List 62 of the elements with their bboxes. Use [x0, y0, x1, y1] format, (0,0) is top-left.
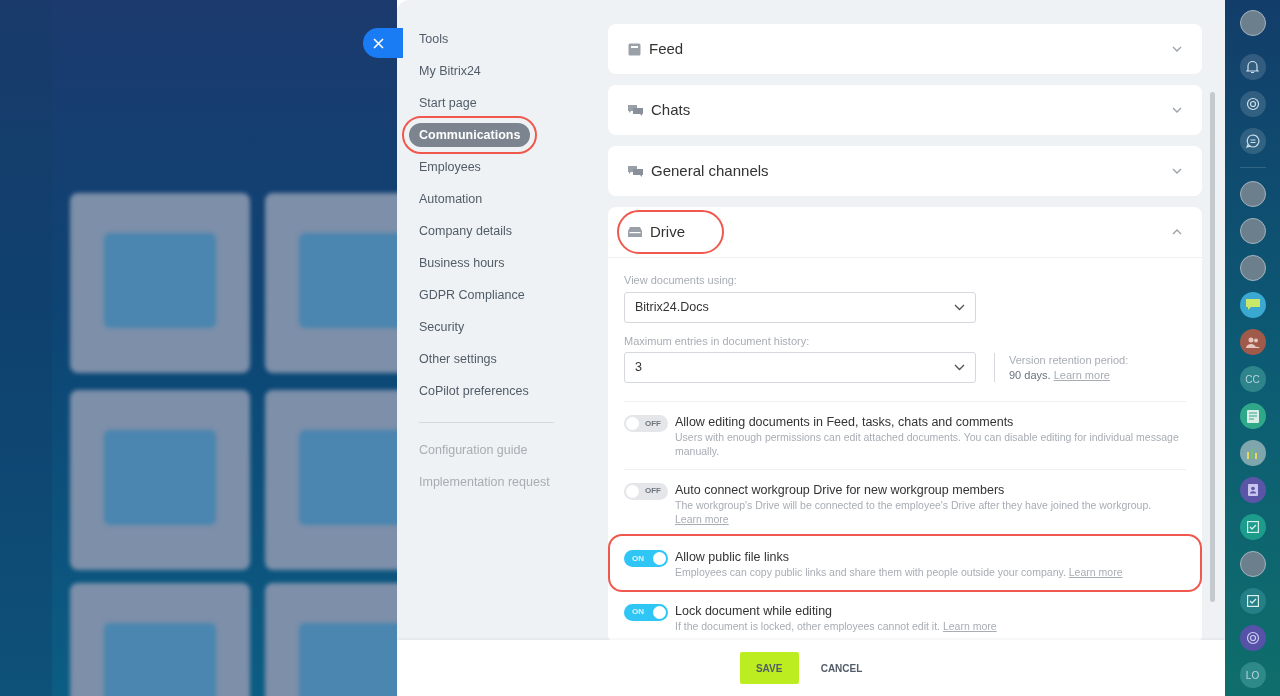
- drive-icon: [628, 227, 642, 237]
- setting-title: Auto connect workgroup Drive for new workgroup members: [675, 481, 1006, 498]
- section-title: Drive: [650, 221, 685, 242]
- setting-description: The workgroup's Drive will be connected to the employee's Drive after they have joined the workgroup.: [675, 498, 1152, 511]
- chevron-icon: [954, 364, 965, 371]
- setting-title: Lock document while editing: [675, 602, 834, 619]
- cancel-button[interactable]: CANCEL: [810, 652, 873, 684]
- retention-label: Version retention period:: [1009, 353, 1129, 368]
- checklist-icon[interactable]: [1239, 588, 1266, 614]
- section-title: Feed: [649, 38, 684, 59]
- toggle-switch[interactable]: OFF: [624, 415, 668, 432]
- user-avatar[interactable]: [1239, 218, 1266, 244]
- retention-value: 90 days.: [1009, 368, 1051, 381]
- checklist-icon[interactable]: [1239, 514, 1266, 540]
- nav-item[interactable]: Automation: [409, 187, 493, 211]
- chat-arrows-icon[interactable]: [1239, 128, 1266, 154]
- dropdown-field[interactable]: Bitrix24.Docs: [624, 291, 976, 323]
- chevron-icon[interactable]: [1172, 107, 1182, 113]
- chevron-icon[interactable]: [1172, 168, 1182, 174]
- setting-title: Allow public file links: [675, 549, 790, 566]
- chat-bubbles-icon: [628, 164, 643, 178]
- setting-description: If the document is locked, other employees cannot edit it.: [675, 619, 940, 632]
- nav-item[interactable]: CoPilot preferences: [409, 379, 539, 403]
- section-title: Chats: [651, 99, 691, 120]
- section-title: General channels: [651, 160, 769, 181]
- setting-description: Users with enough permissions can edit attached documents. You can disable editing for individual message manually.: [675, 431, 1179, 458]
- group-icon[interactable]: [1239, 329, 1266, 355]
- nav-item[interactable]: Employees: [409, 155, 491, 179]
- nav-item[interactable]: Tools: [409, 27, 459, 51]
- nav-item[interactable]: GDPR Compliance: [409, 283, 535, 307]
- spiral-icon[interactable]: [1239, 625, 1266, 651]
- user-avatar[interactable]: [1239, 181, 1266, 207]
- chat-bubbles-icon: [628, 103, 643, 117]
- nav-item[interactable]: My Bitrix24: [409, 59, 491, 83]
- nav-item[interactable]: Security: [409, 315, 475, 339]
- document-icon[interactable]: [1239, 403, 1266, 429]
- user-avatar[interactable]: [1239, 255, 1266, 281]
- nav-item[interactable]: Start page: [409, 91, 487, 115]
- close-icon: [373, 37, 384, 49]
- group-photo[interactable]: [1239, 551, 1266, 577]
- nav-item[interactable]: Other settings: [409, 347, 507, 371]
- close-button[interactable]: [363, 28, 403, 58]
- nav-item[interactable]: Business hours: [409, 251, 515, 275]
- setting-description: Employees can copy public links and share them with people outside your company.: [675, 566, 1066, 579]
- contact-card-icon[interactable]: [1239, 477, 1266, 503]
- newspaper-icon: [628, 42, 641, 56]
- nav-item[interactable]: Company details: [409, 219, 523, 243]
- scrollbar[interactable]: [1210, 92, 1215, 602]
- chevron-icon[interactable]: [1172, 229, 1182, 235]
- dropdown-field[interactable]: 3: [624, 352, 976, 383]
- bar-chart-icon[interactable]: [1239, 440, 1266, 466]
- field-label: View documents using:: [624, 273, 738, 288]
- user-avatar[interactable]: [1239, 10, 1266, 36]
- chat-icon[interactable]: [1239, 292, 1266, 318]
- notification-icon[interactable]: [1239, 54, 1266, 80]
- chevron-icon: [954, 303, 965, 311]
- save-button[interactable]: SAVE: [739, 652, 799, 684]
- field-label: Maximum entries in document history:: [624, 333, 811, 349]
- toggle-switch[interactable]: OFF: [624, 482, 668, 500]
- chevron-icon[interactable]: [1172, 46, 1182, 52]
- spiral-icon[interactable]: [1239, 91, 1266, 117]
- setting-title: Allow editing documents in Feed, tasks, chats and comments: [675, 414, 1015, 431]
